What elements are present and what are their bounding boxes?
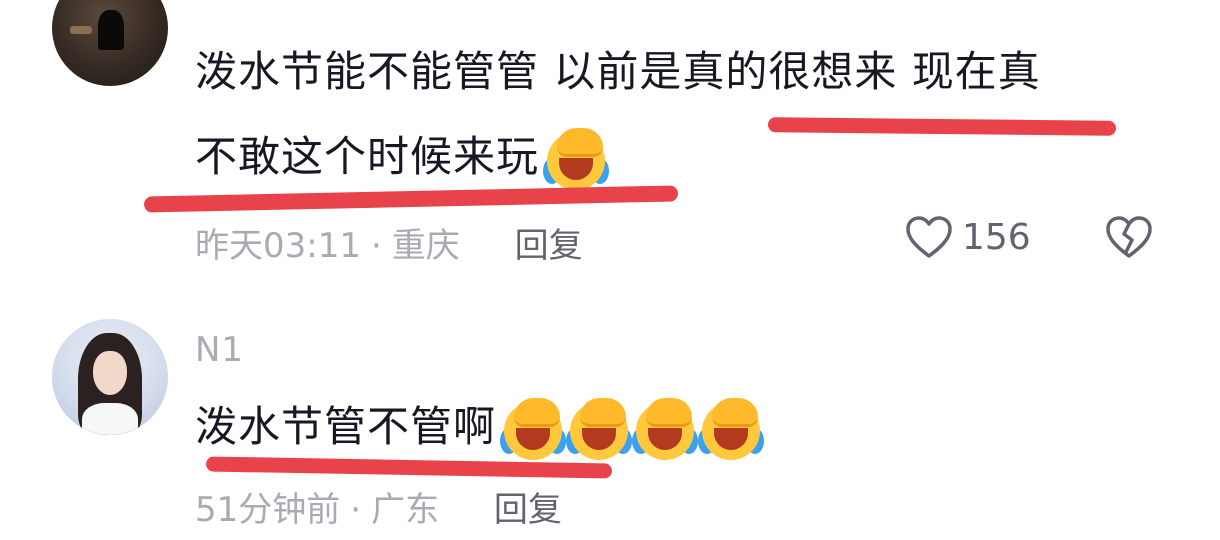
comment-meta: 昨天03:11 · 重庆 回复 — [195, 226, 583, 266]
comment-item: N1 泼水节管不管啊 51分钟前 · 广东 回复 — [0, 290, 1220, 540]
username[interactable]: N1 — [195, 330, 244, 370]
comment-text: 泼水节管不管啊 — [195, 387, 765, 467]
avatar[interactable] — [52, 319, 168, 435]
laughing-crying-emoji-icon — [498, 397, 567, 462]
reply-button[interactable]: 回复 — [494, 490, 562, 530]
like-count: 156 — [962, 216, 1031, 258]
like-button[interactable]: 156 — [904, 214, 1031, 260]
broken-heart-icon — [1106, 216, 1152, 258]
laughing-crying-emoji-icon — [564, 397, 633, 462]
annotation-underline — [767, 117, 1117, 136]
comment-time: 51分钟前 — [195, 490, 341, 530]
laughing-crying-emoji-icon — [630, 397, 699, 462]
laughing-crying-emoji-icon — [696, 397, 765, 462]
comment-location: 广东 — [371, 490, 440, 530]
comment-time: 昨天03:11 — [195, 226, 361, 266]
reply-button[interactable]: 回复 — [515, 226, 583, 266]
comment-location: 重庆 — [391, 226, 460, 266]
comment-text-line-1: 泼水节能不能管管 以前是真的很想来 现在真 — [195, 47, 1041, 96]
comment-item: 泼水节能不能管管 以前是真的很想来 现在真 不敢这个时候来玩 昨天03:11 · 重… — [0, 0, 1220, 290]
laughing-crying-emoji-icon — [541, 127, 610, 192]
avatar[interactable] — [52, 0, 168, 86]
heart-outline-icon — [906, 216, 952, 258]
comment-meta: 51分钟前 · 广东 回复 — [195, 490, 562, 530]
dislike-button[interactable] — [1104, 214, 1154, 264]
comment-text-line-2: 不敢这个时候来玩 — [195, 117, 610, 197]
